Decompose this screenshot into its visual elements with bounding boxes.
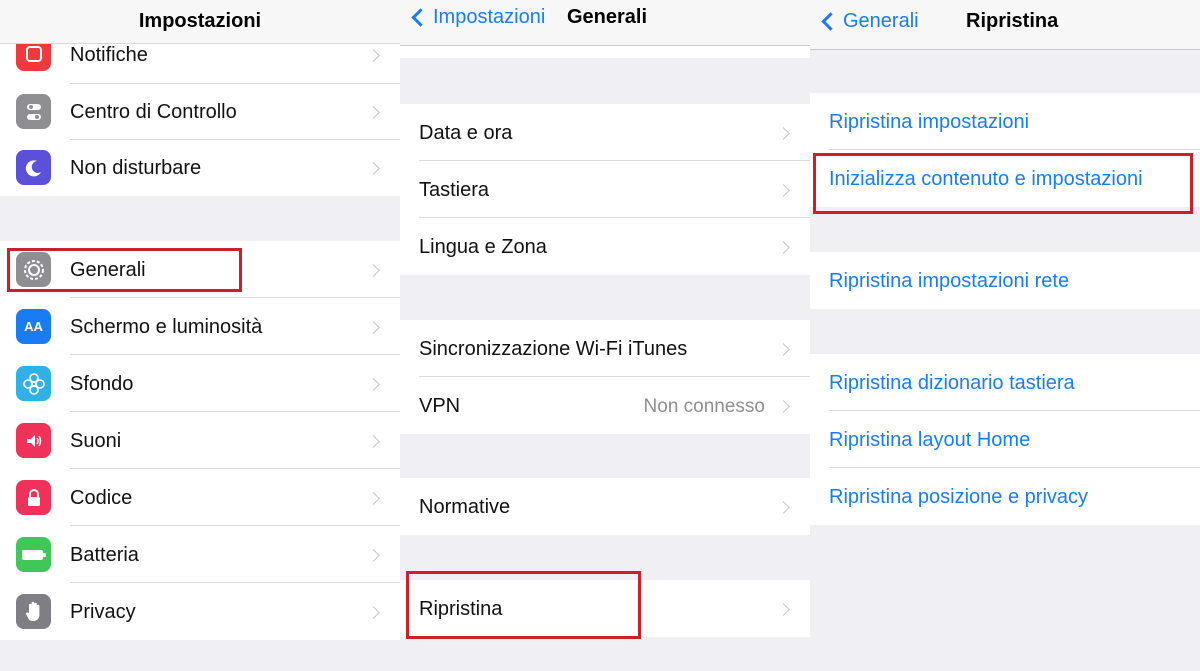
settings-item-non-disturbare[interactable]: Non disturbare [0, 140, 400, 196]
general-item-label: Ripristina [419, 598, 503, 620]
chevron-right-icon [777, 127, 790, 140]
chevron-right-icon [777, 501, 790, 514]
settings-panel: Notifiche Centro di Controllo Non distur… [0, 0, 400, 671]
general-item-label: Lingua e Zona [419, 236, 547, 258]
settings-item-label: Non disturbare [70, 157, 202, 179]
settings-item-label: Notifiche [70, 44, 148, 66]
back-button[interactable]: Impostazioni [408, 6, 545, 29]
general-item-sincronizzazione-wifi-itunes[interactable]: Sincronizzazione Wi-Fi iTunes [400, 320, 810, 377]
settings-item-label: Privacy [70, 601, 136, 623]
settings-item-label: Generali [70, 259, 146, 281]
navigation-bar: Impostazioni [0, 0, 400, 44]
general-item-label: Sincronizzazione Wi-Fi iTunes [419, 338, 688, 360]
settings-item-label: Centro di Controllo [70, 101, 237, 123]
chevron-right-icon [367, 162, 380, 175]
general-item-label: Normative [419, 496, 511, 518]
speaker-icon [16, 423, 51, 458]
settings-item-codice[interactable]: Codice [0, 469, 400, 526]
top-row-fragment [400, 46, 810, 58]
hand-icon [16, 594, 51, 629]
page-title: Ripristina [966, 10, 1059, 32]
reset-item-label: Ripristina layout Home [829, 429, 1031, 451]
page-title: Impostazioni [138, 10, 262, 32]
general-item-label: VPN [419, 395, 461, 417]
general-item-label: Tastiera [419, 179, 490, 201]
general-item-tastiera[interactable]: Tastiera [400, 161, 810, 218]
chevron-left-icon [411, 8, 430, 27]
reset-item-ripristina-impostazioni[interactable]: Ripristina impostazioni [810, 93, 1200, 150]
chevron-right-icon [367, 606, 380, 619]
lock-icon [16, 480, 51, 515]
settings-item-label: Codice [70, 487, 133, 509]
reset-item-ripristina-dizionario[interactable]: Ripristina dizionario tastiera [810, 354, 1200, 411]
reset-item-ripristina-rete[interactable]: Ripristina impostazioni rete [810, 252, 1200, 309]
reset-item-label: Ripristina impostazioni rete [829, 270, 1070, 292]
general-item-label: Data e ora [419, 122, 513, 144]
battery-icon [16, 537, 51, 572]
gear-icon [16, 252, 51, 287]
general-item-lingua-e-zona[interactable]: Lingua e Zona [400, 218, 810, 275]
settings-item-label: Batteria [70, 544, 139, 566]
general-item-data-e-ora[interactable]: Data e ora [400, 104, 810, 161]
chevron-right-icon [777, 343, 790, 356]
general-panel: Impostazioni Generali Data e ora Tastier… [400, 0, 810, 671]
chevron-right-icon [367, 492, 380, 505]
page-title: Generali [567, 6, 648, 28]
vpn-status-value: Non connesso [643, 396, 765, 417]
settings-item-generali[interactable]: Generali [0, 241, 400, 298]
chevron-right-icon [367, 549, 380, 562]
reset-item-ripristina-layout-home[interactable]: Ripristina layout Home [810, 411, 1200, 468]
reset-item-label: Ripristina dizionario tastiera [829, 372, 1075, 394]
settings-item-sfondo[interactable]: Sfondo [0, 355, 400, 412]
reset-item-ripristina-posizione-privacy[interactable]: Ripristina posizione e privacy [810, 468, 1200, 525]
chevron-right-icon [777, 400, 790, 413]
reset-panel: Generali Ripristina Ripristina impostazi… [810, 0, 1200, 671]
reset-item-label: Ripristina posizione e privacy [829, 486, 1089, 508]
settings-item-label: Sfondo [70, 373, 134, 395]
reset-item-inizializza-contenuto[interactable]: Inizializza contenuto e impostazioni [810, 150, 1200, 207]
settings-item-centro-di-controllo[interactable]: Centro di Controllo [0, 84, 400, 140]
chevron-right-icon [367, 49, 380, 62]
wallpaper-flower-icon [16, 366, 51, 401]
moon-icon [16, 150, 51, 185]
reset-item-label: Inizializza contenuto e impostazioni [829, 168, 1143, 190]
back-label: Generali [843, 10, 919, 32]
general-item-normative[interactable]: Normative [400, 478, 810, 535]
control-center-icon [16, 94, 51, 129]
settings-item-privacy[interactable]: Privacy [0, 583, 400, 640]
chevron-right-icon [367, 264, 380, 277]
general-item-ripristina[interactable]: Ripristina [400, 580, 810, 637]
chevron-left-icon [821, 12, 840, 31]
back-label: Impostazioni [433, 6, 546, 28]
reset-item-label: Ripristina impostazioni [829, 111, 1030, 133]
chevron-right-icon [367, 106, 380, 119]
navigation-bar: Generali Ripristina [810, 0, 1200, 50]
chevron-right-icon [367, 378, 380, 391]
chevron-right-icon [777, 184, 790, 197]
settings-item-label: Schermo e luminosità [70, 316, 263, 338]
chevron-right-icon [367, 435, 380, 448]
display-brightness-icon: AA [16, 309, 51, 344]
settings-item-batteria[interactable]: Batteria [0, 526, 400, 583]
back-button[interactable]: Generali [818, 10, 919, 33]
general-item-vpn[interactable]: VPN Non connesso [400, 377, 810, 434]
settings-item-suoni[interactable]: Suoni [0, 412, 400, 469]
settings-item-schermo-e-luminosita[interactable]: AA Schermo e luminosità [0, 298, 400, 355]
chevron-right-icon [367, 321, 380, 334]
settings-item-label: Suoni [70, 430, 122, 452]
chevron-right-icon [777, 603, 790, 616]
chevron-right-icon [777, 241, 790, 254]
navigation-bar: Impostazioni Generali [400, 0, 810, 46]
